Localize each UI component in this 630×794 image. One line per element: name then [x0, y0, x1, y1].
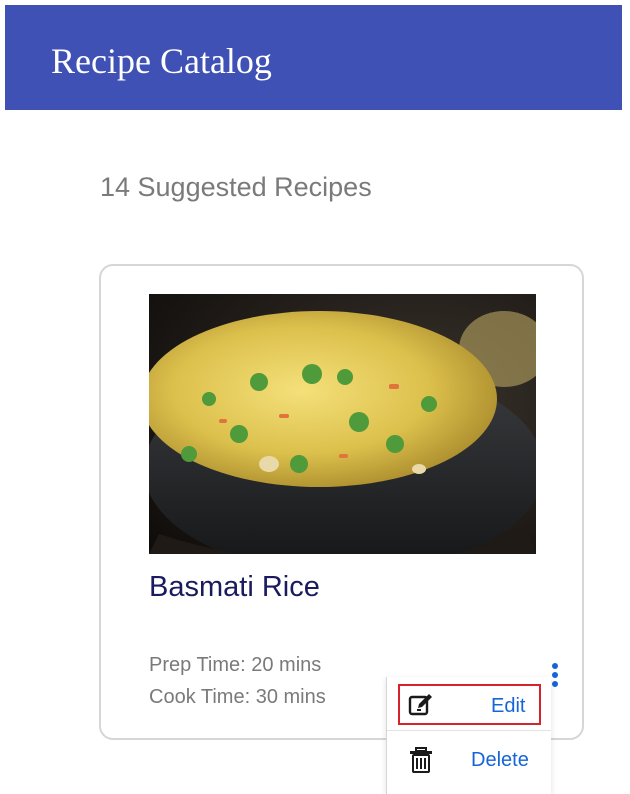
app-title: Recipe Catalog: [51, 41, 272, 81]
trash-icon: [410, 747, 432, 773]
prep-time: Prep Time: 20 mins: [149, 654, 322, 676]
edit-icon: [408, 694, 432, 716]
menu-item-edit-label: Edit: [491, 695, 526, 717]
recipe-image[interactable]: [149, 294, 536, 554]
suggested-recipes-count: 14 Suggested Recipes: [100, 172, 372, 202]
menu-item-delete[interactable]: Delete: [387, 735, 551, 783]
menu-item-delete-label: Delete: [471, 749, 529, 771]
cook-time: Cook Time: 30 mins: [149, 686, 326, 708]
recipe-title[interactable]: Basmati Rice: [149, 569, 320, 605]
app-header: Recipe Catalog: [5, 5, 622, 110]
menu-item-edit[interactable]: Edit: [387, 680, 551, 728]
recipe-options-menu: Edit Delete: [386, 677, 551, 794]
menu-divider: [387, 730, 551, 731]
